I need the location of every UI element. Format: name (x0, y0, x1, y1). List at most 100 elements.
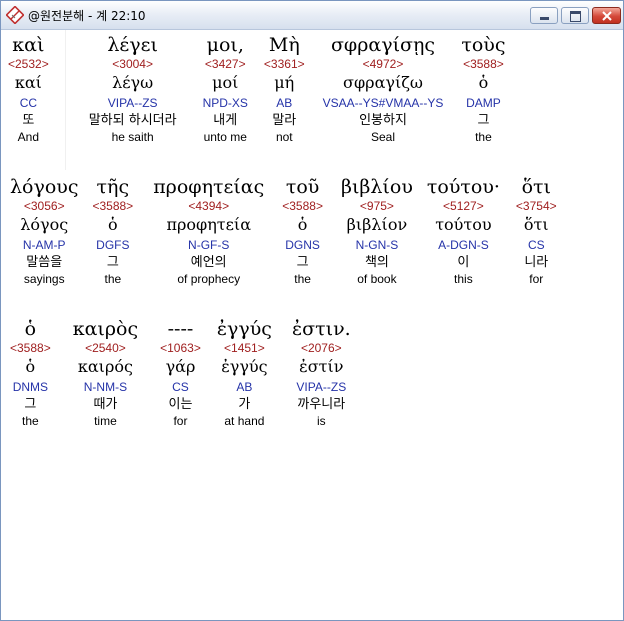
strongs-number: <3361> (263, 57, 305, 71)
title-bar[interactable]: @원전분해 - 계 22:10 (1, 1, 623, 30)
parsing-code: DGNS (285, 238, 320, 252)
strongs-number: <3588> (10, 341, 51, 355)
greek-word: καιρὸς (72, 318, 139, 340)
maximize-icon (570, 11, 581, 22)
strongs-number: <2540> (85, 341, 126, 355)
word-column[interactable]: καιρὸς <2540> καιρός N-NM-S 때가 time (73, 319, 138, 429)
korean-gloss: 그 (296, 255, 309, 270)
interlinear-view[interactable]: καὶ <2532> καί CC 또 And λέγει <3004> λέγ… (2, 30, 622, 619)
parsing-code: N-AM-P (22, 238, 66, 252)
word-column[interactable]: λέγει <3004> λέγω VIPA--ZS 말하되 하시더라 he s… (89, 35, 177, 145)
korean-gloss: 때가 (93, 397, 118, 412)
word-column[interactable]: ὁ <3588> ὁ DNMS 그 the (10, 319, 51, 429)
lemma: προφητεία (166, 215, 251, 234)
word-column[interactable]: προφητείας <4394> προφητεία N-GF-S 예언의 o… (153, 177, 264, 287)
english-gloss: of prophecy (177, 272, 241, 286)
lemma: ὅτι (523, 215, 549, 234)
maximize-button[interactable] (561, 7, 589, 24)
parsing-code: DNMS (12, 380, 49, 394)
greek-word: τούτου· (426, 176, 500, 198)
korean-gloss: 말씀을 (26, 255, 63, 270)
word-column[interactable]: τοὺς <3588> ὁ DAMP 그 the (461, 35, 505, 145)
strongs-number: <2532> (8, 57, 49, 71)
lemma: γάρ (165, 357, 196, 376)
word-column[interactable]: ἐστιν. <2076> ἐστίν VIPA--ZS 까우니라 is (292, 319, 351, 429)
parsing-code: VIPA--ZS (107, 96, 158, 110)
strongs-number: <3588> (463, 57, 504, 71)
lemma: ὁ (297, 215, 308, 234)
korean-gloss: 책의 (364, 255, 389, 270)
parsing-code: A-DGN-S (438, 238, 489, 252)
interlinear-line: ὁ <3588> ὁ DNMS 그 the καιρὸς <2540> καιρ… (10, 319, 351, 429)
lemma: ἐγγύς (221, 357, 268, 376)
parsing-code: CS (527, 238, 545, 252)
parsing-code: DAMP (466, 96, 501, 110)
word-column[interactable]: βιβλίου <975> βιβλίον N-GN-S 책의 of book (341, 177, 413, 287)
parsing-code: N-NM-S (83, 380, 128, 394)
lemma: σφραγίζω (343, 73, 423, 92)
lemma: καιρός (77, 357, 133, 376)
word-column[interactable]: λόγους <3056> λόγος N-AM-P 말씀을 sayings (10, 177, 78, 287)
close-icon (602, 11, 612, 21)
minimize-button[interactable] (530, 7, 558, 24)
greek-word: Μὴ (268, 34, 300, 56)
greek-word: ὁ (24, 318, 37, 340)
word-column[interactable]: τοῦ <3588> ὁ DGNS 그 the (282, 177, 323, 287)
lemma: λόγος (20, 215, 69, 234)
korean-gloss: 말하되 하시더라 (88, 113, 177, 128)
korean-gloss: 그 (477, 113, 490, 128)
word-column[interactable]: τούτου· <5127> τούτου A-DGN-S 이 this (427, 177, 500, 287)
strongs-number: <3588> (92, 199, 134, 213)
english-gloss: the (104, 272, 122, 286)
interlinear-line: λόγους <3056> λόγος N-AM-P 말씀을 sayings τ… (10, 177, 557, 287)
korean-gloss: 또 (22, 113, 35, 128)
word-column[interactable]: ἐγγύς <1451> ἐγγύς AB 가 at hand (217, 319, 272, 429)
greek-word: τοὺς (461, 34, 506, 56)
greek-word: μοι, (206, 34, 244, 56)
parsing-code: AB (236, 380, 253, 394)
strongs-number: <975> (359, 199, 394, 213)
word-column[interactable]: Μὴ <3361> μή AB 말라 not (264, 35, 305, 145)
lemma: βιβλίον (346, 215, 408, 234)
interlinear-line: καὶ <2532> καί CC 또 And λέγει <3004> λέγ… (8, 35, 506, 145)
greek-word: ἐστιν. (291, 318, 351, 340)
english-gloss: for (173, 414, 188, 428)
parsing-code: NPD-XS (202, 96, 248, 110)
greek-word: σφραγίσῃς (330, 34, 436, 56)
lemma: καί (14, 73, 42, 92)
lemma: ἐστίν (299, 357, 344, 376)
parsing-code: DGFS (96, 238, 130, 252)
diamond-app-icon[interactable] (6, 6, 24, 24)
word-column[interactable]: ---- <1063> γάρ CS 이는 for (160, 319, 201, 429)
word-column[interactable]: τῆς <3588> ὁ DGFS 그 the (92, 177, 133, 287)
word-column[interactable]: ὅτι <3754> ὅτι CS 니라 for (516, 177, 557, 287)
strongs-number: <1063> (160, 341, 201, 355)
lemma: μή (274, 73, 295, 92)
strongs-number: <1451> (224, 341, 265, 355)
english-gloss: at hand (224, 414, 265, 428)
korean-gloss: 까우니라 (297, 397, 346, 412)
word-column[interactable]: καὶ <2532> καί CC 또 And (8, 35, 49, 145)
parsing-code: VSAA--YS#VMAA--YS (322, 96, 444, 110)
korean-gloss: 그 (24, 397, 37, 412)
word-column[interactable]: σφραγίσῃς <4972> σφραγίζω VSAA--YS#VMAA-… (323, 35, 444, 145)
strongs-number: <3588> (282, 199, 323, 213)
parsing-code: N-GF-S (188, 238, 230, 252)
word-column[interactable]: μοι, <3427> μοί NPD-XS 내게 unto me (203, 35, 248, 145)
english-gloss: time (94, 414, 117, 428)
interlinear-content: καὶ <2532> καί CC 또 And λέγει <3004> λέγ… (2, 30, 622, 619)
greek-word: προφητείας (153, 176, 265, 198)
greek-word: λέγει (107, 34, 158, 56)
korean-gloss: 인봉하지 (359, 113, 407, 128)
english-gloss: not (275, 130, 293, 144)
lemma: ὁ (25, 357, 36, 376)
english-gloss: of book (357, 272, 397, 286)
app-window: @원전분해 - 계 22:10 καὶ <2532> καί CC 또 And (0, 0, 624, 621)
korean-gloss: 내게 (213, 113, 238, 128)
english-gloss: Seal (370, 130, 395, 144)
lemma: ὁ (478, 73, 489, 92)
close-button[interactable] (592, 7, 621, 24)
english-gloss: the (294, 272, 311, 286)
strongs-number: <3427> (204, 57, 246, 71)
korean-gloss: 그 (106, 255, 119, 270)
